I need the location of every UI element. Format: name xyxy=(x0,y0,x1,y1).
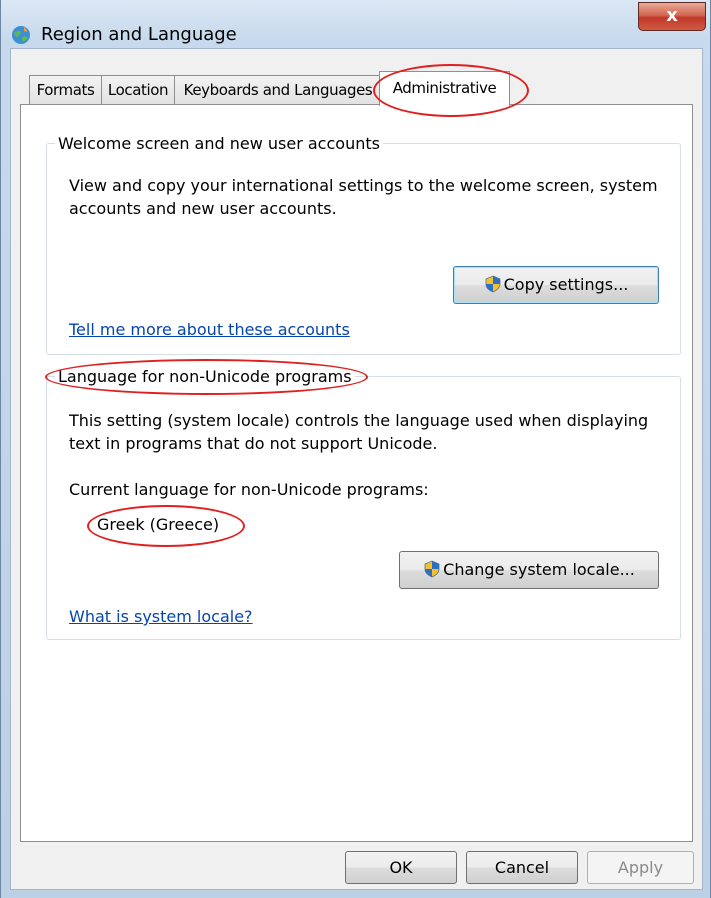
administrative-panel: Welcome screen and new user accounts Vie… xyxy=(20,104,693,842)
tell-me-more-link[interactable]: Tell me more about these accounts xyxy=(69,320,350,339)
current-language-value: Greek (Greece) xyxy=(97,515,220,534)
welcome-description-line2: accounts and new user accounts. xyxy=(69,199,337,218)
change-system-locale-button[interactable]: Change system locale... xyxy=(399,551,659,589)
dialog-window: Region and Language x Formats Location K… xyxy=(0,0,711,898)
cancel-button[interactable]: Cancel xyxy=(466,851,578,884)
welcome-description-line1: View and copy your international setting… xyxy=(69,176,658,195)
close-button[interactable]: x xyxy=(638,2,706,31)
title-bar[interactable]: Region and Language x xyxy=(1,0,711,45)
welcome-group-legend: Welcome screen and new user accounts xyxy=(55,134,383,153)
current-language-label: Current language for non-Unicode program… xyxy=(69,480,429,499)
window-title: Region and Language xyxy=(41,24,237,45)
copy-settings-label: Copy settings... xyxy=(503,275,629,294)
change-system-locale-label: Change system locale... xyxy=(443,560,635,579)
copy-settings-button[interactable]: Copy settings... xyxy=(453,266,659,304)
tab-keyboards-and-languages[interactable]: Keyboards and Languages xyxy=(174,75,382,105)
tab-location[interactable]: Location xyxy=(101,75,175,105)
apply-button[interactable]: Apply xyxy=(587,851,694,884)
tab-administrative[interactable]: Administrative xyxy=(379,71,510,106)
globe-icon xyxy=(12,26,30,44)
locale-description-line2: text in programs that do not support Uni… xyxy=(69,434,438,453)
tab-formats[interactable]: Formats xyxy=(29,75,102,105)
uac-shield-icon xyxy=(424,560,440,578)
uac-shield-icon xyxy=(485,275,501,293)
locale-group-legend: Language for non-Unicode programs xyxy=(55,367,355,386)
locale-description-line1: This setting (system locale) controls th… xyxy=(69,411,649,430)
ok-button[interactable]: OK xyxy=(345,851,457,884)
what-is-system-locale-link[interactable]: What is system locale? xyxy=(69,607,253,626)
